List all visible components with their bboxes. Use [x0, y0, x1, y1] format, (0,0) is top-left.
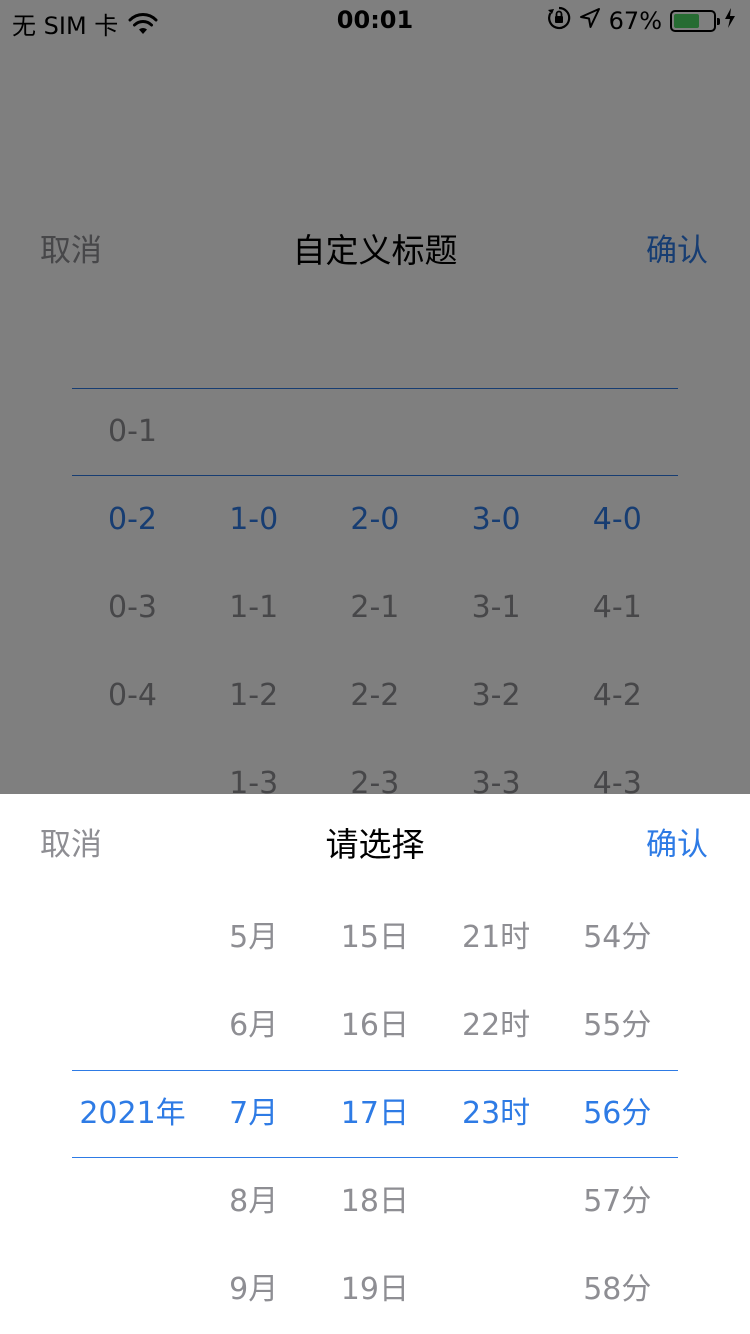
sheet-title: 请选择: [325, 825, 425, 864]
wheel-item[interactable]: 55分: [557, 982, 678, 1070]
wheel-item[interactable]: 21时: [436, 894, 557, 982]
wheel-item[interactable]: 5月: [193, 894, 314, 982]
wheel-item-selected[interactable]: 56分: [557, 1070, 678, 1158]
confirm-button[interactable]: 确认: [646, 800, 708, 890]
wheel-item[interactable]: 57分: [557, 1158, 678, 1246]
wheel-item[interactable]: 15日: [314, 894, 435, 982]
wheel-item-selected[interactable]: 17日: [314, 1070, 435, 1158]
wheel-item[interactable]: 19日: [314, 1246, 435, 1334]
wheel-item[interactable]: 6月: [193, 982, 314, 1070]
sheet-header: 取消 请选择 确认: [0, 800, 750, 890]
wheel-item[interactable]: 22时: [436, 982, 557, 1070]
wheel-item[interactable]: 18日: [314, 1158, 435, 1246]
date-picker-wheel[interactable]: 2021年 5月 6月 7月 8月 9月 15日 16日 17日 18日 19日 21时 22时 23时 5…: [72, 894, 678, 1334]
date-picker-sheet: 取消 请选择 确认 2021年 5月 6月 7月 8月 9月 15日 16日 17日 18日 19日…: [0, 794, 750, 1334]
dim-overlay[interactable]: [0, 0, 750, 794]
wheel-item[interactable]: 58分: [557, 1246, 678, 1334]
wheel-item[interactable]: 9月: [193, 1246, 314, 1334]
wheel-item[interactable]: 16日: [314, 982, 435, 1070]
wheel-item-selected[interactable]: 7月: [193, 1070, 314, 1158]
wheel-item-selected[interactable]: 2021年: [72, 1070, 193, 1158]
wheel-item-selected[interactable]: 23时: [436, 1070, 557, 1158]
wheel-item[interactable]: 8月: [193, 1158, 314, 1246]
wheel-item[interactable]: 54分: [557, 894, 678, 982]
